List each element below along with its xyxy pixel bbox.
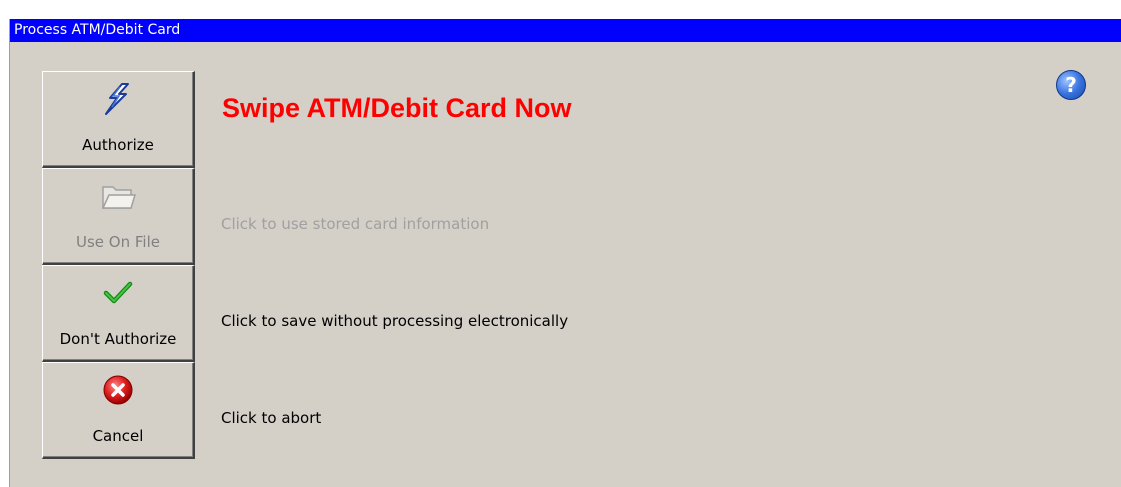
swipe-card-heading: Swipe ATM/Debit Card Now — [222, 93, 572, 123]
checkmark-icon — [43, 276, 193, 310]
help-icon[interactable]: ? — [1056, 70, 1086, 100]
cancel-description: Click to abort — [221, 409, 322, 427]
cancel-icon — [43, 373, 193, 407]
action-button-column: Authorize Use On File Don't Authorize Ca… — [42, 71, 195, 459]
window-title: Process ATM/Debit Card — [10, 19, 1121, 42]
cancel-button[interactable]: Cancel — [42, 362, 195, 459]
dialog-window: Process ATM/Debit Card Authorize Use On … — [9, 19, 1121, 487]
use-on-file-button[interactable]: Use On File — [42, 168, 195, 265]
dont-authorize-button[interactable]: Don't Authorize — [42, 265, 195, 362]
authorize-label: Authorize — [82, 136, 154, 154]
dont-authorize-label: Don't Authorize — [59, 330, 177, 348]
folder-icon — [43, 179, 193, 213]
authorize-button[interactable]: Authorize — [42, 71, 195, 168]
dont-authorize-description: Click to save without processing electro… — [221, 312, 569, 330]
use-on-file-label: Use On File — [76, 233, 160, 251]
cancel-label: Cancel — [92, 427, 144, 445]
lightning-icon — [43, 82, 193, 116]
use-on-file-description: Click to use stored card information — [221, 215, 490, 233]
